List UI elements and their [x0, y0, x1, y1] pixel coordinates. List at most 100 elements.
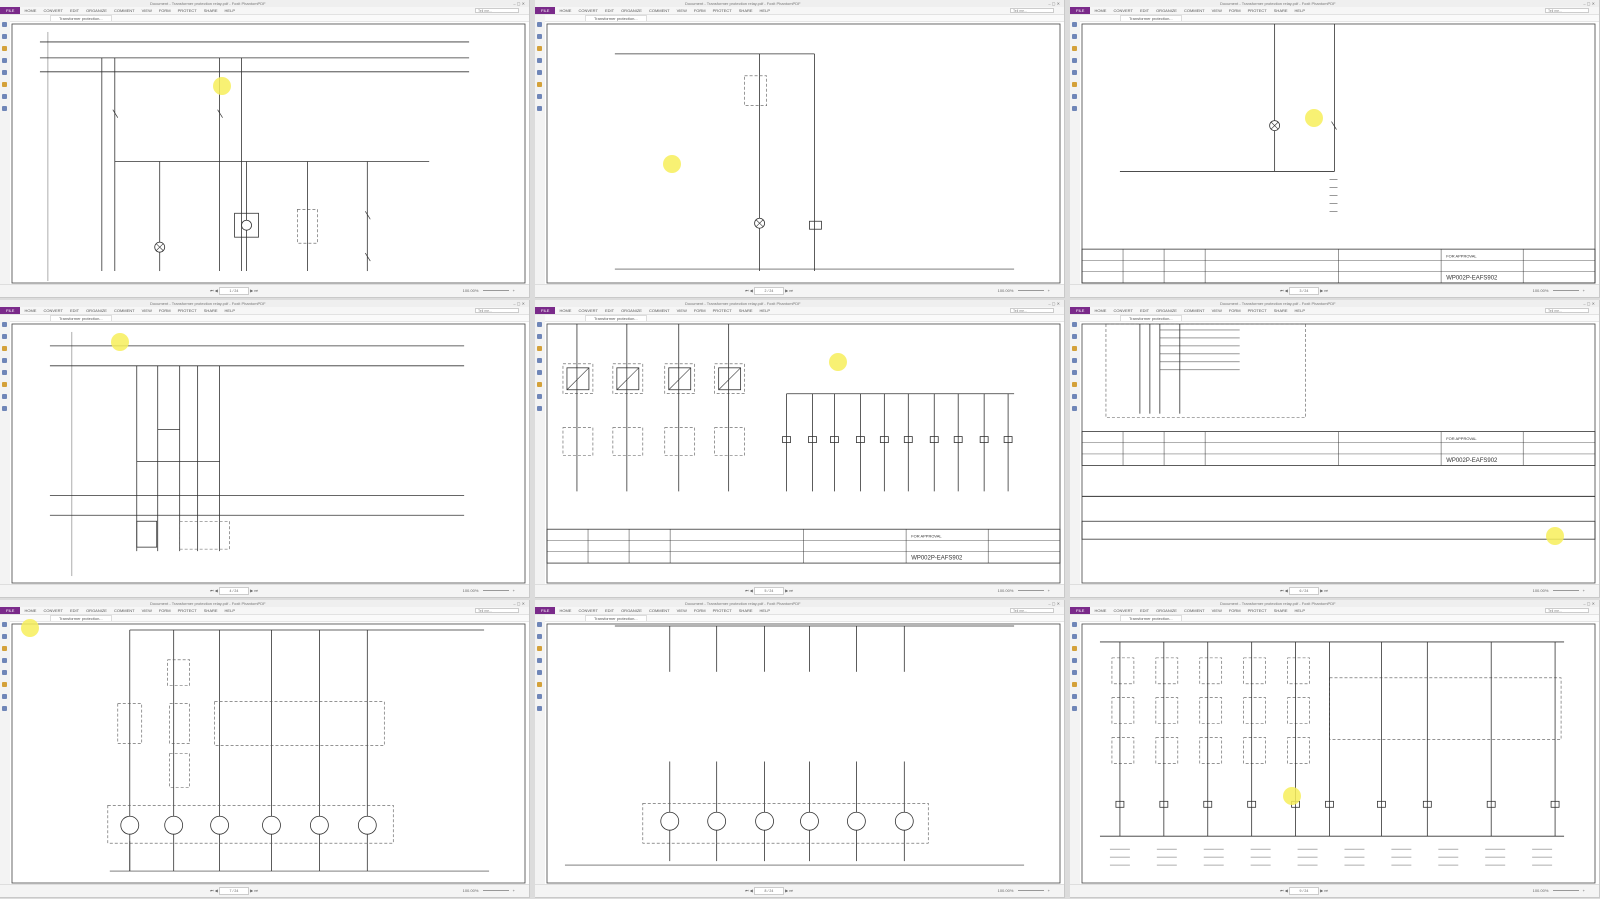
next-page-icon[interactable]: ▶ [1320, 588, 1323, 593]
ribbon-tab-protect[interactable]: PROTECT [713, 307, 732, 314]
ribbon-tab-share[interactable]: SHARE [739, 7, 753, 14]
ribbon-tab-help[interactable]: HELP [760, 607, 770, 614]
first-page-icon[interactable]: ⏮ [1280, 288, 1284, 293]
ribbon-tab-share[interactable]: SHARE [1274, 7, 1288, 14]
bookmark-icon[interactable] [537, 334, 542, 339]
pages-icon[interactable] [537, 22, 542, 27]
document-tab[interactable]: Transformer protection... [585, 15, 647, 21]
next-page-icon[interactable]: ▶ [250, 888, 253, 893]
drawing-sheet[interactable]: FOR APPROVAL WP002P-EAFS902 [545, 322, 1062, 585]
ribbon-tab-file[interactable]: FILE [535, 307, 556, 314]
attachment-icon[interactable] [1072, 58, 1077, 63]
ribbon-tab-protect[interactable]: PROTECT [1248, 7, 1267, 14]
layers-icon[interactable] [1072, 46, 1077, 51]
signature-icon[interactable] [537, 370, 542, 375]
ribbon-tab-home[interactable]: HOME [559, 607, 571, 614]
ribbon-tab-form[interactable]: FORM [1229, 607, 1241, 614]
pages-icon[interactable] [1072, 22, 1077, 27]
ribbon-tab-view[interactable]: VIEW [677, 607, 687, 614]
drawing-sheet[interactable] [545, 622, 1062, 885]
prev-page-icon[interactable]: ◀ [215, 588, 218, 593]
zoom-level[interactable]: 100.00% [463, 588, 479, 593]
first-page-icon[interactable]: ⏮ [1280, 588, 1284, 593]
layers-icon[interactable] [2, 646, 7, 651]
tag-icon[interactable] [1072, 106, 1077, 111]
document-tab[interactable]: Transformer protection... [50, 15, 112, 21]
ribbon-tab-file[interactable]: FILE [1070, 607, 1091, 614]
ribbon-tab-comment[interactable]: COMMENT [1184, 607, 1205, 614]
zoom-level[interactable]: 100.00% [463, 288, 479, 293]
lock-icon[interactable] [1072, 94, 1077, 99]
ribbon-tab-edit[interactable]: EDIT [605, 307, 614, 314]
ribbon-tab-help[interactable]: HELP [760, 307, 770, 314]
search-input[interactable]: Tell me... [475, 8, 519, 13]
ribbon-tab-home[interactable]: HOME [24, 307, 36, 314]
drawing-sheet[interactable]: FOR APPROVAL WP002P-EAFS902 [1080, 322, 1597, 585]
drawing-sheet[interactable] [10, 622, 527, 885]
signature-icon[interactable] [1072, 70, 1077, 75]
ribbon-tab-convert[interactable]: CONVERT [578, 607, 597, 614]
zoom-level[interactable]: 100.00% [1533, 588, 1549, 593]
ribbon-tab-organize[interactable]: ORGANIZE [1156, 7, 1177, 14]
ribbon-tab-view[interactable]: VIEW [677, 7, 687, 14]
attachment-icon[interactable] [537, 658, 542, 663]
ribbon-tab-help[interactable]: HELP [760, 7, 770, 14]
ribbon-tab-protect[interactable]: PROTECT [713, 7, 732, 14]
ribbon-tab-protect[interactable]: PROTECT [713, 607, 732, 614]
ribbon-tab-convert[interactable]: CONVERT [43, 307, 62, 314]
ribbon-tab-convert[interactable]: CONVERT [1113, 7, 1132, 14]
document-tab[interactable]: Transformer protection... [585, 615, 647, 621]
ribbon-tab-share[interactable]: SHARE [204, 607, 218, 614]
ribbon-tab-protect[interactable]: PROTECT [178, 307, 197, 314]
page-number-field[interactable]: 1 / 24 [218, 286, 249, 295]
comment-icon[interactable] [537, 82, 542, 87]
page-number-field[interactable]: 6 / 24 [1288, 586, 1319, 595]
signature-icon[interactable] [2, 670, 7, 675]
ribbon-tab-convert[interactable]: CONVERT [578, 7, 597, 14]
search-input[interactable]: Tell me... [475, 608, 519, 613]
document-tab[interactable]: Transformer protection... [50, 315, 112, 321]
ribbon-tab-form[interactable]: FORM [159, 307, 171, 314]
pages-icon[interactable] [2, 322, 7, 327]
ribbon-tab-protect[interactable]: PROTECT [1248, 607, 1267, 614]
ribbon-tab-file[interactable]: FILE [0, 307, 21, 314]
next-page-icon[interactable]: ▶ [785, 588, 788, 593]
zoom-slider[interactable] [1552, 890, 1579, 892]
ribbon-tab-comment[interactable]: COMMENT [114, 607, 135, 614]
last-page-icon[interactable]: ⏭ [254, 888, 258, 893]
last-page-icon[interactable]: ⏭ [1324, 888, 1328, 893]
zoom-in-icon[interactable]: + [513, 288, 515, 293]
pages-icon[interactable] [2, 622, 7, 627]
attachment-icon[interactable] [537, 58, 542, 63]
ribbon-tab-comment[interactable]: COMMENT [1184, 307, 1205, 314]
ribbon-tab-protect[interactable]: PROTECT [178, 607, 197, 614]
attachment-icon[interactable] [2, 658, 7, 663]
page-number-field[interactable]: 9 / 24 [1288, 886, 1319, 895]
search-input[interactable]: Tell me... [1545, 8, 1589, 13]
window-controls[interactable]: – ▢ ✕ [1048, 0, 1060, 7]
ribbon-tab-organize[interactable]: ORGANIZE [86, 607, 107, 614]
drawing-sheet[interactable] [1080, 622, 1597, 885]
next-page-icon[interactable]: ▶ [250, 288, 253, 293]
next-page-icon[interactable]: ▶ [785, 888, 788, 893]
ribbon-tab-view[interactable]: VIEW [1212, 307, 1222, 314]
page-number-field[interactable]: 3 / 24 [1288, 286, 1319, 295]
ribbon-tab-form[interactable]: FORM [1229, 307, 1241, 314]
ribbon-tab-convert[interactable]: CONVERT [43, 7, 62, 14]
drawing-sheet[interactable] [10, 322, 527, 585]
bookmark-icon[interactable] [2, 334, 7, 339]
tag-icon[interactable] [537, 406, 542, 411]
zoom-in-icon[interactable]: + [1048, 288, 1050, 293]
first-page-icon[interactable]: ⏮ [210, 588, 214, 593]
ribbon-tab-comment[interactable]: COMMENT [649, 7, 670, 14]
layers-icon[interactable] [2, 46, 7, 51]
ribbon-tab-view[interactable]: VIEW [142, 7, 152, 14]
layers-icon[interactable] [1072, 646, 1077, 651]
ribbon-tab-home[interactable]: HOME [24, 7, 36, 14]
ribbon-tab-form[interactable]: FORM [159, 7, 171, 14]
ribbon-tab-file[interactable]: FILE [535, 607, 556, 614]
ribbon-tab-protect[interactable]: PROTECT [1248, 307, 1267, 314]
ribbon-tab-home[interactable]: HOME [1094, 307, 1106, 314]
zoom-level[interactable]: 100.00% [1533, 288, 1549, 293]
signature-icon[interactable] [537, 670, 542, 675]
